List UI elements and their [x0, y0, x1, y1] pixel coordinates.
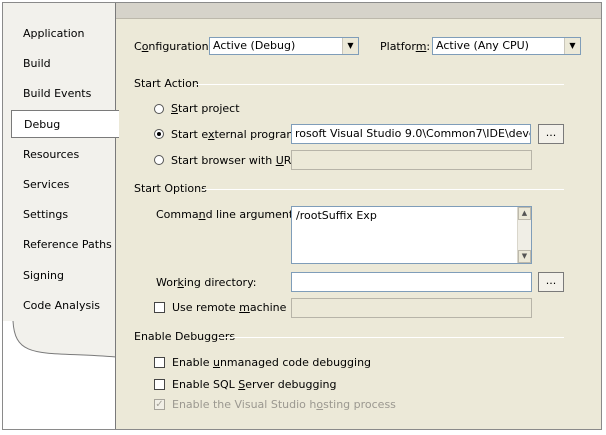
tab-label: Build Events [23, 87, 92, 100]
scroll-down-icon[interactable]: ▼ [518, 250, 531, 263]
hosting-process-label: Enable the Visual Studio hosting process [172, 398, 396, 411]
external-program-browse-button[interactable]: ... [538, 124, 564, 144]
tab-build[interactable]: Build [15, 50, 115, 78]
project-properties-window: Application Build Build Events Debug Res… [2, 2, 602, 430]
use-remote-machine-label: Use remote machine [172, 301, 287, 314]
start-project-radio[interactable] [154, 104, 164, 114]
hosting-process-checkbox[interactable]: ✓ [154, 399, 165, 410]
tab-debug[interactable]: Debug [11, 110, 119, 138]
tab-label: Build [23, 57, 51, 70]
command-line-arguments-input[interactable]: /rootSuffix Exp ▲ ▼ [291, 206, 532, 264]
page-curl-decoration [3, 321, 116, 429]
tab-label: Resources [23, 148, 80, 161]
chevron-down-icon: ▼ [564, 38, 580, 54]
platform-value: Active (Any CPU) [436, 39, 529, 52]
start-project-label: Start project [171, 102, 240, 115]
tab-label: Reference Paths [23, 238, 112, 251]
tab-application[interactable]: Application [15, 20, 115, 48]
debug-settings-panel: Configuration: Active (Debug) ▼ Platform… [116, 3, 601, 429]
command-line-scrollbar[interactable]: ▲ ▼ [517, 207, 531, 263]
tab-reference-paths[interactable]: Reference Paths [15, 231, 115, 259]
start-options-title: Start Options [134, 182, 207, 195]
unmanaged-code-debugging-checkbox[interactable] [154, 357, 165, 368]
external-program-input[interactable]: rosoft Visual Studio 9.0\Common7\IDE\dev… [291, 124, 531, 144]
scroll-up-icon[interactable]: ▲ [518, 207, 531, 220]
tab-resources[interactable]: Resources [15, 141, 115, 169]
command-line-arguments-value: /rootSuffix Exp [296, 209, 377, 222]
tab-services[interactable]: Services [15, 171, 115, 199]
start-external-program-label: Start external program: [171, 128, 301, 141]
start-external-program-radio[interactable] [154, 129, 164, 139]
configuration-label: Configuration: [134, 40, 213, 53]
browser-url-input[interactable] [291, 150, 532, 170]
start-action-title: Start Action [134, 77, 199, 90]
working-directory-browse-button[interactable]: ... [538, 272, 564, 292]
chevron-down-icon: ▼ [342, 38, 358, 54]
tab-code-analysis[interactable]: Code Analysis [15, 292, 115, 320]
tab-label: Signing [23, 269, 65, 282]
working-directory-label: Working directory: [156, 276, 257, 289]
remote-machine-input[interactable] [291, 298, 532, 318]
unmanaged-code-debugging-label: Enable unmanaged code debugging [172, 356, 372, 369]
start-options-divider [202, 189, 564, 190]
tab-label: Code Analysis [23, 299, 100, 312]
platform-label: Platform: [380, 40, 431, 53]
platform-dropdown[interactable]: Active (Any CPU) ▼ [432, 37, 581, 55]
start-browser-url-label: Start browser with URL: [171, 154, 301, 167]
start-browser-url-radio[interactable] [154, 155, 164, 165]
enable-debuggers-divider [218, 337, 564, 338]
start-action-divider [196, 84, 564, 85]
panel-header-strip [116, 3, 601, 19]
tab-label: Application [23, 27, 85, 40]
tab-label: Services [23, 178, 70, 191]
tab-label: Settings [23, 208, 69, 221]
tab-build-events[interactable]: Build Events [15, 80, 115, 108]
configuration-dropdown[interactable]: Active (Debug) ▼ [209, 37, 359, 55]
command-line-arguments-label: Command line arguments: [156, 208, 303, 221]
configuration-value: Active (Debug) [213, 39, 296, 52]
tab-settings[interactable]: Settings [15, 201, 115, 229]
tab-strip-border [115, 3, 116, 429]
sql-server-debugging-checkbox[interactable] [154, 379, 165, 390]
sql-server-debugging-label: Enable SQL Server debugging [172, 378, 337, 391]
use-remote-machine-checkbox[interactable] [154, 302, 165, 313]
working-directory-input[interactable] [291, 272, 532, 292]
tab-label: Debug [24, 118, 61, 131]
tab-signing[interactable]: Signing [15, 262, 115, 290]
